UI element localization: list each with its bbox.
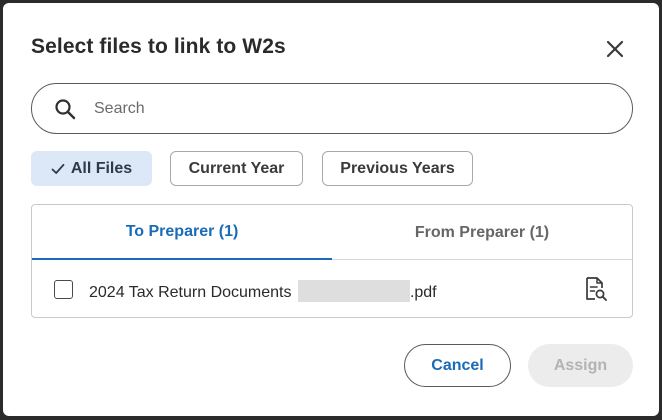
link-files-dialog: Select files to link to W2s All Files Cu…	[3, 3, 659, 416]
filter-all-files-label: All Files	[70, 159, 133, 177]
document-preview-icon[interactable]	[584, 276, 608, 302]
file-row: 2024 Tax Return Documents .pdf	[32, 261, 632, 317]
tab-from-preparer[interactable]: From Preparer (1)	[332, 205, 632, 260]
assign-button[interactable]: Assign	[528, 344, 633, 387]
file-checkbox[interactable]	[54, 280, 73, 299]
file-name: 2024 Tax Return Documents .pdf	[89, 280, 437, 302]
filter-previous-years[interactable]: Previous Years	[322, 151, 473, 186]
search-input[interactable]	[94, 96, 614, 122]
close-icon	[606, 40, 624, 58]
tab-to-preparer-label: To Preparer (1)	[125, 222, 239, 240]
file-name-suffix: .pdf	[409, 284, 437, 301]
tab-from-preparer-label: From Preparer (1)	[414, 223, 550, 241]
assign-button-label: Assign	[553, 356, 608, 374]
search-icon	[55, 99, 76, 120]
cancel-button-label: Cancel	[431, 356, 484, 374]
file-name-prefix: 2024 Tax Return Documents	[89, 284, 292, 301]
search-box	[31, 83, 633, 134]
filter-current-year[interactable]: Current Year	[170, 151, 303, 186]
preparer-tabs: To Preparer (1) From Preparer (1)	[32, 205, 632, 260]
tab-to-preparer[interactable]: To Preparer (1)	[32, 205, 332, 260]
close-button[interactable]	[601, 35, 629, 63]
filter-previous-years-label: Previous Years	[340, 159, 455, 177]
filter-current-year-label: Current Year	[188, 159, 285, 177]
filter-all-files[interactable]: All Files	[31, 151, 152, 186]
cancel-button[interactable]: Cancel	[404, 344, 511, 387]
checkmark-icon	[51, 163, 65, 174]
files-panel: To Preparer (1) From Preparer (1) 2024 T…	[31, 204, 633, 318]
redacted-block	[297, 280, 410, 302]
dialog-title: Select files to link to W2s	[31, 35, 286, 58]
